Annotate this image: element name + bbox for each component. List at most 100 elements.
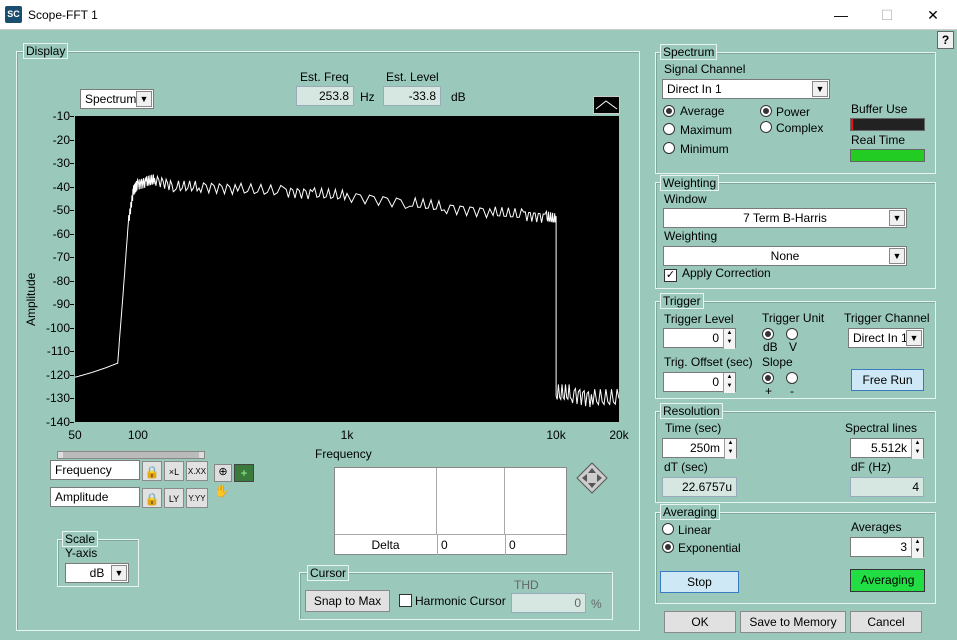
y-format-button[interactable]: Y.YY <box>186 488 208 508</box>
help-button[interactable]: ? <box>937 31 954 49</box>
time-label: Time (sec) <box>665 421 722 435</box>
chevron-down-icon: ▼ <box>111 565 127 581</box>
spinner-icon[interactable]: ▲ ▼ <box>911 538 923 558</box>
cursor-move-icon[interactable] <box>576 462 608 494</box>
x-autoscale-icon[interactable]: ×L <box>164 461 184 481</box>
crosshair-icon[interactable]: + <box>234 464 254 482</box>
spectral-lines-input[interactable]: 5.512k ▲ ▼ <box>850 438 924 459</box>
spinner-icon[interactable]: ▲ ▼ <box>911 439 923 459</box>
spinner-icon[interactable]: ▲ ▼ <box>723 373 735 393</box>
spectrum-group-title: Spectrum <box>660 44 718 60</box>
trig-offset-label: Trig. Offset (sec) <box>664 355 753 369</box>
window-label: Window <box>664 192 707 206</box>
trigger-unit-v-label: V <box>789 340 798 354</box>
power-radio[interactable] <box>760 105 772 120</box>
df-label: dF (Hz) <box>851 460 891 474</box>
averaging-indicator-button[interactable]: Averaging <box>850 569 925 592</box>
x-format-button[interactable]: X.XX <box>186 461 208 481</box>
time-input[interactable]: 250m ▲ ▼ <box>662 438 737 459</box>
y-tick-mark <box>70 163 74 165</box>
maximize-icon[interactable]: ☐ <box>864 0 910 30</box>
apply-correction-checkbox[interactable]: ✓ <box>664 269 677 282</box>
delta-col1: 0 <box>437 535 504 555</box>
spinner-icon[interactable]: ▲ ▼ <box>723 329 735 349</box>
linear-radio[interactable] <box>662 523 674 538</box>
power-label: Power <box>776 105 811 119</box>
dt-value: 22.6757u <box>662 477 737 497</box>
x-tick-label: 1k <box>340 428 354 442</box>
signal-channel-select[interactable]: Direct In 1 ▼ <box>662 79 830 99</box>
complex-radio[interactable] <box>760 121 772 136</box>
y-tick-label: -10 <box>52 109 70 123</box>
y-tick-label: -140 <box>45 415 70 429</box>
trigger-level-label: Trigger Level <box>664 312 734 326</box>
buffer-use-label: Buffer Use <box>851 102 908 116</box>
y-autoscale-icon[interactable]: LY <box>164 488 184 508</box>
view-select[interactable]: Spectrum ▼ <box>80 89 154 109</box>
ok-button[interactable]: OK <box>664 611 736 633</box>
chevron-down-icon: ▼ <box>812 81 828 97</box>
snap-to-max-button[interactable]: Snap to Max <box>305 590 390 612</box>
weighting-select[interactable]: None ▼ <box>663 246 907 266</box>
scale-group-title: Scale <box>62 531 99 547</box>
y-tick-mark <box>70 304 74 306</box>
spectral-lines-label: Spectral lines <box>845 421 918 435</box>
real-time-bar <box>850 149 925 162</box>
trace-style-icon[interactable] <box>593 96 620 114</box>
y-axis-scale-select[interactable]: dB ▼ <box>65 563 129 583</box>
averages-label: Averages <box>851 520 902 534</box>
y-tick-mark <box>70 374 74 376</box>
averaging-group-title: Averaging <box>660 504 720 520</box>
cursor-group-title: Cursor <box>307 565 350 581</box>
spinner-icon[interactable]: ▲ ▼ <box>724 439 736 459</box>
lock-icon[interactable]: 🔒 <box>142 461 162 481</box>
stop-button[interactable]: Stop <box>660 571 739 593</box>
pan-hand-icon[interactable]: ✋ <box>214 484 232 500</box>
window-select[interactable]: 7 Term B-Harris ▼ <box>663 208 907 228</box>
y-tick-label: -40 <box>52 179 70 194</box>
y-tick-mark <box>70 233 74 235</box>
zoom-icon[interactable]: ⊕ <box>214 464 232 482</box>
y-tick-label: -30 <box>52 156 70 171</box>
trigger-unit-label: Trigger Unit <box>762 311 825 325</box>
y-tick-mark <box>70 327 74 329</box>
trig-offset-input[interactable]: 0 ▲ ▼ <box>663 372 736 393</box>
close-icon[interactable]: ✕ <box>910 0 956 30</box>
x-scroll-slider[interactable] <box>57 451 205 459</box>
save-to-memory-button[interactable]: Save to Memory <box>740 611 846 633</box>
y-tick-mark <box>70 280 74 282</box>
apply-correction-label: Apply Correction <box>682 266 771 280</box>
trigger-channel-select[interactable]: Direct In 1 ▼ <box>848 328 924 348</box>
cancel-button[interactable]: Cancel <box>850 611 922 633</box>
harmonic-cursor-label: Harmonic Cursor <box>415 594 506 608</box>
trigger-channel-label: Trigger Channel <box>844 311 930 325</box>
x-tick-label: 100 <box>127 428 148 442</box>
y-tick-label: -20 <box>52 132 70 147</box>
thd-value: 0 <box>511 593 586 613</box>
buffer-use-bar <box>850 118 925 131</box>
weighting-group-title: Weighting <box>660 175 720 191</box>
y-tick-mark <box>70 116 74 117</box>
chevron-down-icon: ▼ <box>906 330 922 346</box>
thd-unit: % <box>591 597 602 611</box>
harmonic-cursor-checkbox[interactable] <box>399 594 412 607</box>
est-freq-label: Est. Freq <box>300 70 349 84</box>
spectrum-plot[interactable] <box>75 116 619 422</box>
slope-plus-label: + <box>765 384 773 398</box>
averages-input[interactable]: 3 ▲ ▼ <box>850 537 924 558</box>
free-run-button[interactable]: Free Run <box>851 369 924 391</box>
minimum-label: Minimum <box>680 142 729 156</box>
y-tick-mark <box>70 186 74 188</box>
average-label: Average <box>680 104 725 118</box>
y-tick-mark <box>70 210 74 212</box>
y-tick-label: -80 <box>52 273 70 288</box>
exponential-radio[interactable] <box>662 541 674 556</box>
lock-icon[interactable]: 🔒 <box>142 488 162 508</box>
chevron-down-icon: ▼ <box>889 210 905 226</box>
average-radio[interactable] <box>663 105 675 120</box>
trigger-level-input[interactable]: 0 ▲ ▼ <box>663 328 736 349</box>
maximum-radio[interactable] <box>663 123 675 138</box>
minimize-icon[interactable]: — <box>818 0 864 30</box>
df-value: 4 <box>850 477 924 497</box>
minimum-radio[interactable] <box>663 142 675 157</box>
